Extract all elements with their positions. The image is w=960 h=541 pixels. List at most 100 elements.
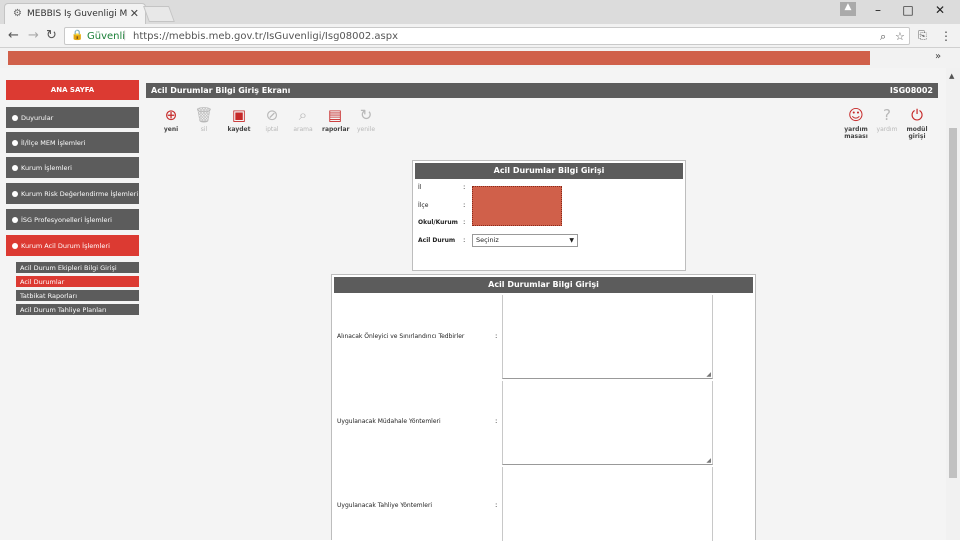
search-label: arama (293, 126, 313, 133)
refresh-label: yenile (356, 126, 376, 133)
colon: : (463, 201, 466, 209)
url-text[interactable]: https://mebbis.meb.gov.tr/IsGuvenligi/Is… (133, 31, 398, 42)
back-icon[interactable]: ← (8, 28, 19, 43)
favicon-icon: ⚙ (13, 8, 22, 19)
reports-button[interactable]: ▤ raporlar (322, 106, 350, 137)
delete-button[interactable]: 🗑 sil (191, 107, 217, 137)
browser-menu-icon[interactable]: ⋮ (940, 29, 952, 43)
colon: : (495, 417, 498, 425)
minimize-button[interactable]: – (868, 3, 888, 17)
panel-title: Acil Durumlar Bilgi Girişi (334, 277, 753, 293)
new-label: yeni (163, 126, 179, 133)
save-label: kaydet (227, 126, 251, 133)
browser-tabstrip: ⚙ MEBBİS İş Guvenligi Mo ✕ ▲ – □ ✕ (0, 0, 960, 24)
forward-icon[interactable]: → (28, 28, 39, 43)
bullet-icon (12, 217, 18, 223)
new-button[interactable]: ⊕ yeni (158, 107, 184, 137)
page-content: ANA SAYFA Duyurular İl/İlçe MEM İşlemler… (0, 68, 946, 541)
panel-title: Acil Durumlar Bilgi Girişi (415, 163, 683, 179)
chevron-down-icon: ▼ (569, 237, 574, 244)
cancel-button[interactable]: ⊘ iptal (259, 107, 285, 137)
sidebar-item-label: İSG Profesyonelleri İşlemleri (21, 216, 112, 224)
module-entry-label: modül girişi (906, 126, 928, 140)
search-icon: ⌕ (298, 106, 308, 124)
zoom-icon[interactable]: ⌕ (880, 30, 886, 44)
row-label-tahliye: Uygulanacak Tahliye Yöntemleri (337, 502, 433, 509)
helpdesk-button[interactable]: ☺ yardım masası (842, 107, 870, 141)
home-button[interactable]: ANA SAYFA (6, 80, 139, 100)
plus-circle-icon: ⊕ (164, 106, 178, 124)
pdf-extension-icon[interactable]: ⎘ (918, 29, 927, 43)
save-button[interactable]: ▣ kaydet (226, 107, 252, 137)
select-value: Seçiniz (476, 236, 499, 244)
sidebar-item-label: Kurum Risk Değerlendirme İşlemleri (21, 190, 139, 198)
subitem-acil-durumlar[interactable]: Acil Durumlar (16, 276, 139, 288)
resize-handle-icon[interactable]: ◢ (706, 457, 711, 464)
scroll-up-icon[interactable]: ▲ (949, 72, 954, 80)
bookmark-star-icon[interactable]: ☆ (895, 30, 905, 43)
maximize-button[interactable]: □ (898, 3, 918, 17)
sidebar-item-risk[interactable]: Kurum Risk Değerlendirme İşlemleri (6, 183, 139, 206)
sidebar-item-label: Kurum İşlemleri (21, 164, 72, 172)
close-window-button[interactable]: ✕ (930, 3, 950, 17)
help-button[interactable]: ? yardım (874, 107, 900, 137)
subitem-acil-durum-ekipleri[interactable]: Acil Durum Ekipleri Bilgi Girişi (16, 262, 139, 274)
acil-durum-select[interactable]: Seçiniz ▼ (472, 234, 578, 247)
scroll-thumb[interactable] (949, 128, 957, 478)
report-icon: ▤ (327, 106, 343, 124)
sidebar-item-label: Duyurular (21, 114, 54, 122)
sidebar-item-label: Kurum Acil Durum İşlemleri (21, 242, 110, 250)
resize-handle-icon[interactable]: ◢ (706, 371, 711, 378)
secure-label: Güvenli (87, 31, 126, 42)
tab-title: MEBBİS İş Guvenligi Mo (27, 9, 127, 19)
search-button[interactable]: ⌕ arama (290, 107, 316, 137)
bookmarks-overflow-icon[interactable]: » (935, 51, 941, 62)
lock-icon: 🔒 (71, 30, 84, 41)
onleyici-tedbirler-textarea[interactable]: ◢ (502, 295, 713, 379)
address-bar[interactable]: 🔒 Güvenli | https://mebbis.meb.gov.tr/Is… (64, 27, 910, 45)
reports-label: raporlar (322, 126, 350, 133)
row-label-onleyici: Alınacak Önleyici ve Sınırlandırıcı Tedb… (337, 333, 465, 340)
bullet-icon (12, 115, 18, 121)
helpdesk-label: yardım masası (844, 126, 868, 140)
delete-label: sil (200, 126, 208, 133)
divider: | (123, 30, 127, 41)
colon: : (463, 183, 466, 191)
subitem-tatbikat-raporlari[interactable]: Tatbikat Raporları (16, 290, 139, 302)
bullet-icon (12, 140, 18, 146)
profile-icon[interactable]: ▲ (840, 2, 856, 16)
page-scrollbar[interactable]: ▲ (946, 68, 960, 540)
il-label: İl (418, 184, 422, 191)
sidebar-item-duyurular[interactable]: Duyurular (6, 107, 139, 130)
reload-icon[interactable]: ↻ (46, 28, 57, 43)
mudahale-yontemleri-textarea[interactable]: ◢ (502, 381, 713, 465)
screen-code: ISG08002 (889, 86, 933, 95)
page-title-bar: Acil Durumlar Bilgi Giriş Ekranı ISG0800… (146, 83, 938, 98)
help-label: yardım (876, 126, 898, 133)
browser-toolbar: ← → ↻ 🔒 Güvenli | https://mebbis.meb.gov… (0, 24, 960, 48)
browser-tab[interactable]: ⚙ MEBBİS İş Guvenligi Mo ✕ (4, 3, 146, 24)
cancel-icon: ⊘ (265, 106, 279, 124)
sidebar-item-il-ilce[interactable]: İl/İlçe MEM İşlemleri (6, 132, 139, 155)
colon: : (495, 501, 498, 509)
sidebar-item-kurum[interactable]: Kurum İşlemleri (6, 157, 139, 180)
tab-close-icon[interactable]: ✕ (130, 7, 139, 20)
subitem-tahliye-planlari[interactable]: Acil Durum Tahliye Planları (16, 304, 139, 316)
ilce-label: İlçe (418, 202, 429, 209)
refresh-icon: ↻ (359, 106, 373, 124)
sidebar-item-acil-durum[interactable]: Kurum Acil Durum İşlemleri (6, 235, 139, 258)
form-panel-selection: Acil Durumlar Bilgi Girişi İl : İlçe : O… (412, 160, 686, 271)
bullet-icon (12, 191, 18, 197)
colon: : (463, 218, 466, 226)
refresh-button[interactable]: ↻ yenile (353, 107, 379, 137)
colon: : (463, 236, 466, 244)
power-icon: ⏻ (911, 106, 923, 124)
tahliye-yontemleri-textarea[interactable] (502, 467, 713, 541)
okul-label: Okul/Kurum (418, 219, 458, 226)
save-icon: ▣ (231, 106, 247, 124)
acil-durum-label: Acil Durum (418, 237, 456, 244)
new-tab-button[interactable] (143, 6, 175, 22)
module-entry-button[interactable]: ⏻ modül girişi (904, 106, 930, 141)
cancel-label: iptal (265, 126, 279, 133)
sidebar-item-isg-profesyonelleri[interactable]: İSG Profesyonelleri İşlemleri (6, 209, 139, 232)
